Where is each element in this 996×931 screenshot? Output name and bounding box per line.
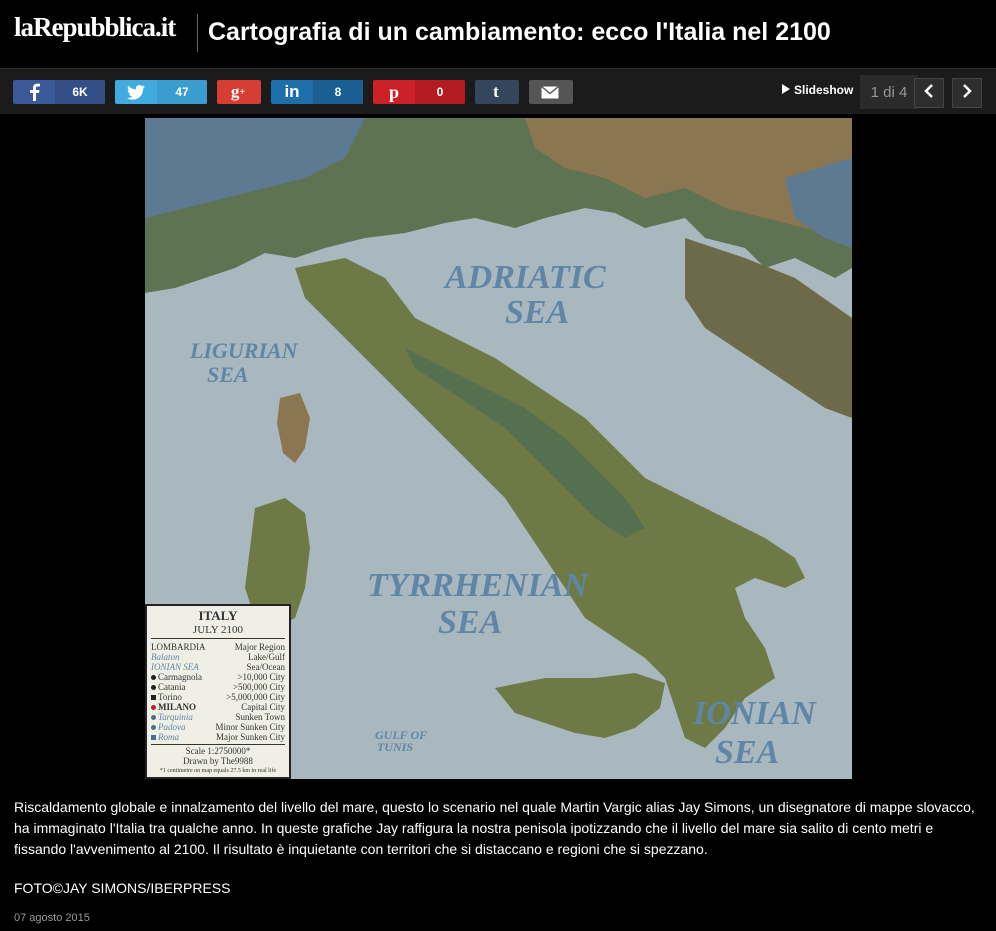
tumblr-icon: t — [493, 82, 499, 101]
legend-row: IONIAN SEA Sea/Ocean — [151, 662, 285, 672]
ionian-sea-label: SEA — [715, 734, 779, 771]
capital-dot-icon — [151, 704, 156, 710]
chevron-right-icon — [962, 83, 972, 103]
legend-row: Padova Minor Sunken City — [151, 722, 285, 732]
twitter-count: 47 — [157, 80, 207, 104]
legend-row: Balaton Lake/Gulf — [151, 652, 285, 662]
chevron-left-icon — [924, 83, 934, 103]
pinterest-share-button[interactable]: p 0 — [373, 80, 465, 104]
slideshow-link[interactable]: Slideshow — [782, 83, 853, 97]
google-plus-share-button[interactable]: g + — [217, 80, 261, 104]
adriatic-sea-label: SEA — [505, 294, 569, 331]
map-legend: ITALY JULY 2100 LOMBARDIA Major Region Ba… — [145, 604, 291, 779]
previous-slide-button[interactable] — [914, 78, 944, 108]
ligurian-label: LIGURIAN — [189, 338, 299, 363]
legend-scale: Scale 1:2750000* Drawn by The9988 *1 cen… — [151, 744, 285, 776]
pinterest-count: 0 — [415, 80, 465, 104]
publish-date: 07 agosto 2015 — [14, 912, 90, 924]
city-dot-icon — [151, 684, 156, 690]
legend-title: ITALY — [198, 608, 238, 623]
linkedin-count: 8 — [313, 80, 363, 104]
city-dot-icon — [151, 674, 156, 680]
adriatic-label: ADRIATIC — [443, 259, 606, 296]
share-toolbar: 6K 47 g + in 8 p 0 t Slideshow 1 di 4 — [0, 68, 996, 114]
twitter-icon — [115, 80, 157, 104]
facebook-share-button[interactable]: 6K — [13, 80, 105, 104]
pinterest-icon: p — [388, 81, 399, 102]
tunis-label: TUNIS — [377, 740, 413, 754]
header-divider — [197, 14, 198, 52]
legend-row: Roma Major Sunken City — [151, 732, 285, 742]
slide-image[interactable]: ADRIATIC SEA LIGURIAN SEA TYRRHENIAN SEA… — [145, 118, 852, 779]
facebook-icon — [13, 80, 55, 104]
sunken-town-icon — [151, 714, 156, 720]
google-plus-icon: g + — [230, 82, 246, 101]
facebook-count: 6K — [55, 80, 105, 104]
legend-row: LOMBARDIA Major Region — [151, 642, 285, 652]
legend-row: Catania >500,000 City — [151, 682, 285, 692]
city-square-icon — [151, 694, 156, 700]
tumblr-share-button[interactable]: t — [475, 80, 519, 104]
linkedin-icon: in — [284, 82, 300, 101]
legend-subtitle: JULY 2100 — [151, 624, 285, 639]
tyrrhenian-label: TYRRHENIAN — [367, 567, 589, 604]
email-share-button[interactable] — [529, 80, 573, 104]
linkedin-share-button[interactable]: in 8 — [271, 80, 363, 104]
legend-row: Torino >5,000,000 City — [151, 692, 285, 702]
slide-description: Riscaldamento globale e innalzamento del… — [14, 799, 975, 857]
page-title: Cartografia di un cambiamento: ecco l'It… — [208, 18, 831, 46]
ligurian-sea-label: SEA — [207, 362, 249, 387]
next-slide-button[interactable] — [952, 78, 982, 108]
gallery-position: 1 di 4 — [860, 75, 918, 109]
photo-credit: FOTO©JAY SIMONS/IBERPRESS — [14, 880, 231, 896]
legend-row: MILANO Capital City — [151, 702, 285, 712]
twitter-share-button[interactable]: 47 — [115, 80, 207, 104]
tyrrhenian-sea-label: SEA — [438, 604, 502, 641]
legend-row: Tarquinia Sunken Town — [151, 712, 285, 722]
ionian-label: IONIAN — [692, 695, 817, 732]
site-header: laRepubblica.it Cartografia di un cambia… — [0, 0, 996, 68]
play-icon — [782, 83, 790, 97]
legend-row: Carmagnola >10,000 City — [151, 672, 285, 682]
slideshow-label: Slideshow — [794, 83, 854, 97]
sunken-city-icon — [151, 724, 156, 730]
site-logo[interactable]: laRepubblica.it — [14, 12, 176, 43]
major-sunken-city-icon — [151, 734, 156, 740]
email-icon — [529, 80, 571, 104]
